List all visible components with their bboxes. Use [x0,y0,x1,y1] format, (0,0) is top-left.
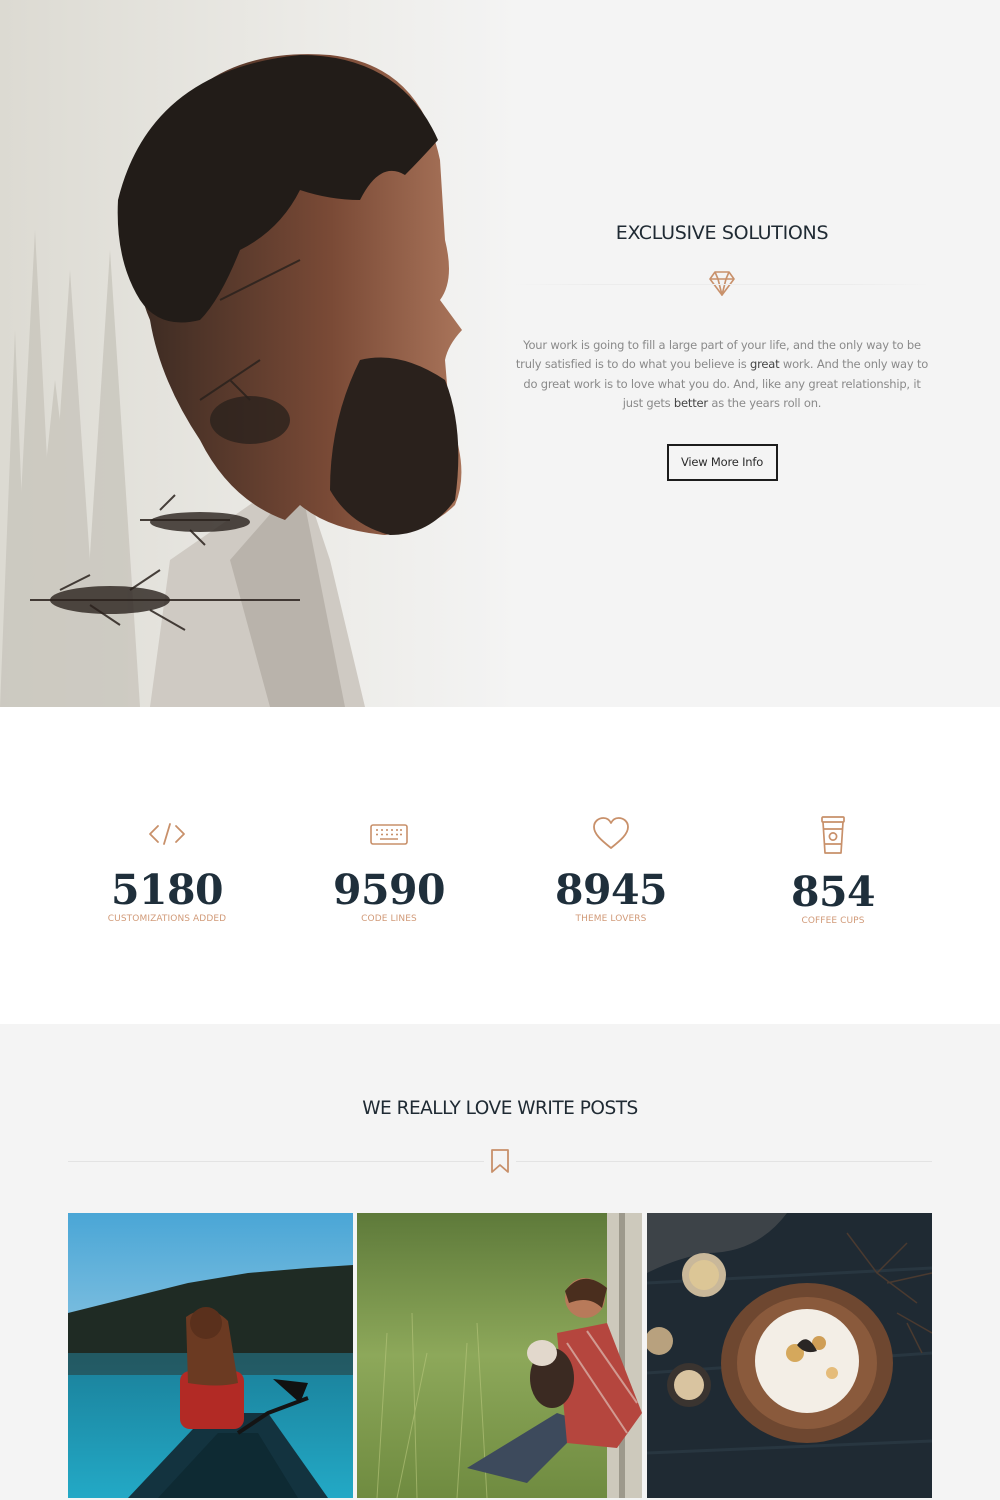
stat-theme-lovers: 8945 THEME LOVERS [500,815,722,924]
stat-label: CUSTOMIZATIONS ADDED [107,914,227,924]
stat-coffee-cups: 854 COFFEE CUPS [722,815,944,926]
post-card-canoe[interactable] [68,1213,353,1498]
stat-label: COFFEE CUPS [801,916,865,926]
stat-label: CODE LINES [361,914,417,924]
stat-value: 854 [790,868,876,916]
hero-image [0,0,520,707]
stats-section: 5180 CUSTOMIZATIONS ADDED 9590 CODE LINE… [0,707,1000,1024]
keyboard-icon [370,824,408,845]
diamond-icon [709,271,735,296]
hero-text-part: as the years roll on. [707,396,822,411]
hero-text-emphasis: better [673,396,708,411]
post-card-man-dog[interactable] [357,1213,642,1498]
stat-value: 8945 [554,866,668,914]
post-image-canoe [68,1213,353,1498]
hero-text-emphasis: great [750,357,780,372]
posts-section: WE REALLY LOVE WRITE POSTS [0,1024,1000,1500]
stat-customizations: 5180 CUSTOMIZATIONS ADDED [56,815,278,924]
hero-divider [512,284,932,285]
heart-icon [593,817,629,849]
posts-icon-wrap [484,1146,516,1176]
hero-content: EXCLUSIVE SOLUTIONS Your work is going t… [512,220,932,481]
hero-section: EXCLUSIVE SOLUTIONS Your work is going t… [0,0,1000,707]
post-card-cake[interactable] [647,1213,932,1498]
stat-label: THEME LOVERS [575,914,647,924]
stat-value: 5180 [110,866,224,914]
stat-value: 9590 [332,866,446,914]
hero-description: Your work is going to fill a large part … [512,336,932,414]
bookmark-icon [491,1149,509,1173]
post-image-man-dog [357,1213,642,1498]
view-more-info-button[interactable]: View More Info [666,443,778,481]
stat-code-lines: 9590 CODE LINES [278,815,500,924]
hero-title: EXCLUSIVE SOLUTIONS [615,222,829,244]
coffee-cup-icon [821,816,845,854]
posts-title: WE REALLY LOVE WRITE POSTS [362,1098,638,1119]
post-image-cake [647,1213,932,1498]
code-icon [149,823,185,845]
